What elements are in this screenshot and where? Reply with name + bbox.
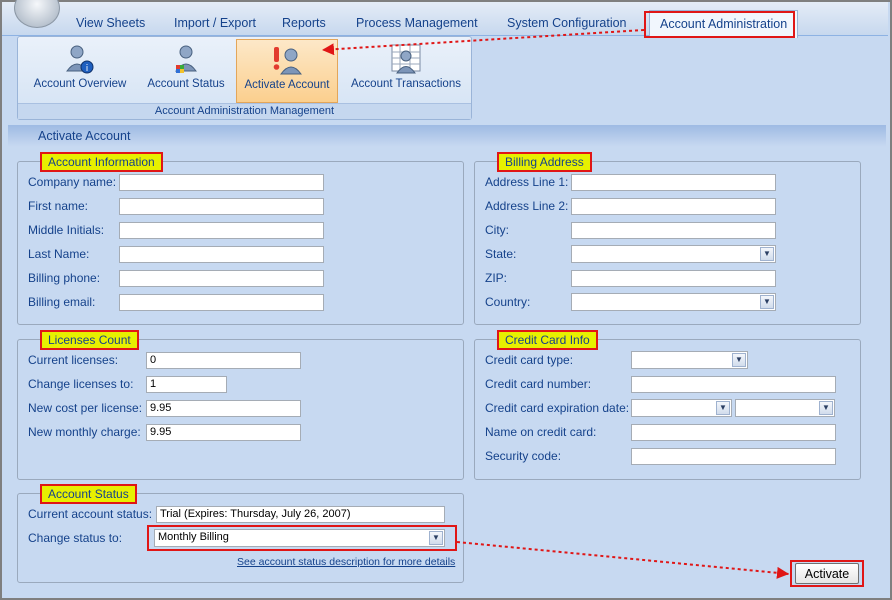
company-name-field[interactable] bbox=[119, 174, 324, 191]
city-label: City: bbox=[485, 223, 509, 237]
highlight-tab-account-administration bbox=[644, 11, 795, 38]
security-code-label: Security code: bbox=[485, 449, 562, 463]
highlight-change-status bbox=[147, 525, 457, 551]
billing-phone-field[interactable] bbox=[119, 270, 324, 287]
tab-system-configuration[interactable]: System Configuration bbox=[507, 16, 627, 30]
billing-address-legend: Billing Address bbox=[497, 152, 592, 172]
change-licenses-label: Change licenses to: bbox=[28, 377, 134, 391]
svg-text:i: i bbox=[86, 64, 89, 74]
chevron-down-icon[interactable]: ▼ bbox=[732, 353, 746, 367]
credit-card-type-select[interactable]: ▼ bbox=[631, 351, 748, 369]
user-status-icon bbox=[175, 45, 197, 73]
last-name-label: Last Name: bbox=[28, 247, 90, 261]
account-information-section: Account Information Company name: First … bbox=[17, 152, 464, 325]
account-transactions-label: Account Transactions bbox=[351, 78, 461, 90]
licenses-count-section: Licenses Count Current licenses: 0 Chang… bbox=[17, 330, 464, 480]
account-information-legend: Account Information bbox=[40, 152, 163, 172]
country-select[interactable]: ▼ bbox=[571, 293, 776, 311]
activate-account-button[interactable]: Activate Account bbox=[236, 39, 338, 103]
city-field[interactable] bbox=[571, 222, 776, 239]
account-status-button[interactable]: Account Status bbox=[140, 39, 232, 103]
billing-email-field[interactable] bbox=[119, 294, 324, 311]
ribbon-panel: i Account Overview Account Status Activa… bbox=[17, 36, 472, 120]
expiration-month-select[interactable]: ▼ bbox=[631, 399, 732, 417]
chevron-down-icon[interactable]: ▼ bbox=[716, 401, 730, 415]
page-title: Activate Account bbox=[8, 125, 886, 147]
billing-address-section: Billing Address Address Line 1: Address … bbox=[474, 152, 861, 325]
name-on-card-field[interactable] bbox=[631, 424, 836, 441]
address-line-2-label: Address Line 2: bbox=[485, 199, 569, 213]
new-monthly-charge-label: New monthly charge: bbox=[28, 425, 141, 439]
credit-card-legend: Credit Card Info bbox=[497, 330, 598, 350]
address-line-2-field[interactable] bbox=[571, 198, 776, 215]
country-label: Country: bbox=[485, 295, 531, 309]
expiration-year-select[interactable]: ▼ bbox=[735, 399, 835, 417]
credit-card-expiration-label: Credit card expiration date: bbox=[485, 401, 630, 415]
address-line-1-label: Address Line 1: bbox=[485, 175, 569, 189]
account-overview-label: Account Overview bbox=[33, 78, 127, 90]
credit-card-number-label: Credit card number: bbox=[485, 377, 592, 391]
tab-process-management[interactable]: Process Management bbox=[356, 16, 478, 30]
user-info-icon: i bbox=[66, 45, 94, 74]
tab-reports[interactable]: Reports bbox=[282, 16, 326, 30]
current-licenses-label: Current licenses: bbox=[28, 353, 119, 367]
security-code-field[interactable] bbox=[631, 448, 836, 465]
first-name-field[interactable] bbox=[119, 198, 324, 215]
change-status-label: Change status to: bbox=[28, 531, 123, 545]
new-cost-per-license-label: New cost per license: bbox=[28, 401, 143, 415]
ribbon-group-label: Account Administration Management bbox=[18, 103, 471, 119]
billing-phone-label: Billing phone: bbox=[28, 271, 101, 285]
chevron-down-icon[interactable]: ▼ bbox=[760, 247, 774, 261]
account-transactions-button[interactable]: Account Transactions bbox=[346, 39, 466, 103]
chevron-down-icon[interactable]: ▼ bbox=[760, 295, 774, 309]
first-name-label: First name: bbox=[28, 199, 89, 213]
address-line-1-field[interactable] bbox=[571, 174, 776, 191]
name-on-card-label: Name on credit card: bbox=[485, 425, 597, 439]
company-name-label: Company name: bbox=[28, 175, 117, 189]
tab-view-sheets[interactable]: View Sheets bbox=[76, 16, 145, 30]
account-status-legend: Account Status bbox=[40, 484, 137, 504]
change-licenses-field[interactable]: 1 bbox=[146, 376, 227, 393]
activate-account-label: Activate Account bbox=[244, 79, 330, 91]
current-account-status-field[interactable]: Trial (Expires: Thursday, July 26, 2007) bbox=[156, 506, 445, 523]
account-overview-button[interactable]: i Account Overview bbox=[26, 39, 134, 103]
state-label: State: bbox=[485, 247, 517, 261]
billing-email-label: Billing email: bbox=[28, 295, 96, 309]
activate-button[interactable]: Activate bbox=[795, 563, 859, 584]
app-logo-icon[interactable] bbox=[14, 0, 60, 28]
user-alert-icon bbox=[273, 47, 302, 75]
current-licenses-field[interactable]: 0 bbox=[146, 352, 301, 369]
current-account-status-label: Current account status: bbox=[28, 507, 153, 521]
credit-card-section: Credit Card Info Credit card type: ▼ Cre… bbox=[474, 330, 861, 480]
chevron-down-icon[interactable]: ▼ bbox=[819, 401, 833, 415]
credit-card-number-field[interactable] bbox=[631, 376, 836, 393]
middle-initials-label: Middle Initials: bbox=[28, 223, 105, 237]
credit-card-type-label: Credit card type: bbox=[485, 353, 574, 367]
middle-initials-field[interactable] bbox=[119, 222, 324, 239]
new-cost-per-license-field[interactable]: 9.95 bbox=[146, 400, 301, 417]
new-monthly-charge-field[interactable]: 9.95 bbox=[146, 424, 301, 441]
last-name-field[interactable] bbox=[119, 246, 324, 263]
account-status-label: Account Status bbox=[147, 78, 225, 90]
licenses-count-legend: Licenses Count bbox=[40, 330, 139, 350]
zip-label: ZIP: bbox=[485, 271, 508, 285]
zip-field[interactable] bbox=[571, 270, 776, 287]
state-select[interactable]: ▼ bbox=[571, 245, 776, 263]
tab-import-export[interactable]: Import / Export bbox=[174, 16, 256, 30]
account-status-description-link[interactable]: See account status description for more … bbox=[237, 556, 455, 568]
user-ledger-icon bbox=[391, 44, 421, 74]
